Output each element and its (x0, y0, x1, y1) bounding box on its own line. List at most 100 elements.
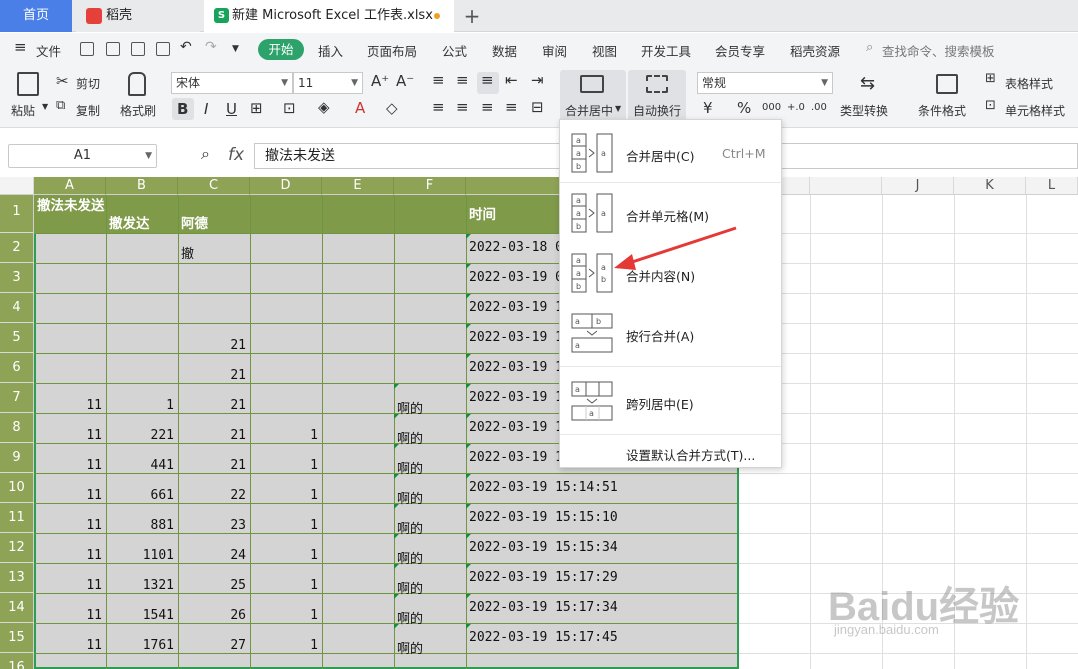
font-size-select[interactable]: 11 ▼ (293, 72, 363, 94)
merge-center-item[interactable]: aaba 合并居中(C) Ctrl+M (560, 124, 781, 182)
time-cell[interactable]: 2022-03-19 1 (469, 300, 563, 315)
number-format-select[interactable]: 常规 ▼ (697, 72, 833, 94)
merge-center-icon[interactable] (580, 75, 604, 93)
font-family-select[interactable]: 宋体 ▼ (171, 72, 293, 94)
row-header[interactable]: 7 (0, 383, 34, 413)
cell-style-button[interactable]: 单元格样式 (1005, 102, 1065, 119)
currency-icon[interactable]: ¥ (703, 99, 713, 117)
row-header[interactable]: 9 (0, 443, 34, 473)
time-cell[interactable]: 2022-03-19 15:17:45 (469, 630, 618, 645)
redo-icon[interactable]: ↷ (205, 39, 217, 55)
menu-data[interactable]: 数据 (492, 41, 517, 60)
cell-a[interactable]: 11 (34, 608, 102, 623)
menu-devtools[interactable]: 开发工具 (641, 41, 691, 60)
row-header[interactable]: 13 (0, 563, 34, 593)
indent-decrease-icon[interactable]: ⇤ (505, 71, 518, 89)
cell-c2[interactable]: 撤 (181, 243, 194, 262)
menu-layout[interactable]: 页面布局 (367, 41, 417, 60)
row-header[interactable]: 11 (0, 503, 34, 533)
cell-d[interactable]: 1 (250, 608, 318, 623)
cell-a[interactable]: 11 (34, 488, 102, 503)
cell-b[interactable]: 1321 (106, 578, 174, 593)
hamburger-icon[interactable]: ≡ (14, 38, 27, 56)
time-cell[interactable]: 2022-03-19 15:14:51 (469, 480, 618, 495)
cell-c[interactable]: 21 (178, 398, 246, 413)
align-left-icon[interactable]: ≡ (432, 98, 445, 116)
time-cell[interactable]: 2022-03-19 1 (469, 390, 563, 405)
cell-a[interactable]: 11 (34, 578, 102, 593)
align-right-icon[interactable]: ≡ (481, 98, 494, 116)
default-merge-setting-item[interactable]: 设置默认合并方式(T)... (560, 436, 781, 468)
menu-formula[interactable]: 公式 (442, 41, 467, 60)
align-middle-icon[interactable]: ≡ (456, 71, 469, 89)
column-header[interactable]: B (106, 177, 178, 195)
print-icon[interactable] (131, 42, 145, 56)
row-header[interactable]: 5 (0, 323, 34, 353)
justify-icon[interactable]: ≡ (505, 98, 518, 116)
search-icon[interactable]: ⌕ (866, 40, 873, 55)
cell-b[interactable]: 1541 (106, 608, 174, 623)
tab-excel-file[interactable]: S 新建 Microsoft Excel 工作表.xlsx (204, 0, 454, 32)
row-header[interactable]: 10 (0, 473, 34, 503)
header-cell-a1[interactable]: 撤法未发送 (37, 198, 107, 214)
paste-button[interactable]: 粘贴 (11, 102, 35, 119)
row-header[interactable]: 15 (0, 623, 34, 653)
cut-button[interactable]: 剪切 (76, 75, 100, 92)
cell-a[interactable]: 11 (34, 548, 102, 563)
menu-file[interactable]: 文件 (36, 41, 61, 60)
copy-icon[interactable]: ⧉ (56, 98, 65, 113)
select-all-corner[interactable] (0, 177, 34, 195)
header-cell-time[interactable]: 时间 (469, 207, 496, 223)
wrap-text-button[interactable]: 自动换行 (633, 102, 681, 119)
row-header[interactable]: 14 (0, 593, 34, 623)
paste-icon[interactable] (17, 72, 39, 96)
column-header[interactable]: A (34, 177, 106, 195)
cell-b[interactable]: 661 (106, 488, 174, 503)
menu-insert[interactable]: 插入 (318, 41, 343, 60)
fx-icon[interactable]: fx (228, 145, 244, 165)
indent-increase-icon[interactable]: ⇥ (531, 71, 544, 89)
cell-a[interactable]: 11 (34, 398, 102, 413)
format-painter-button[interactable]: 格式刷 (120, 102, 156, 119)
cell-c[interactable]: 24 (178, 548, 246, 563)
align-bottom-icon[interactable]: ≡ (481, 71, 494, 89)
cell-f[interactable]: 啊的 (397, 548, 423, 567)
row-header[interactable]: 1 (0, 195, 34, 233)
table-style-button[interactable]: 表格样式 (1005, 75, 1053, 92)
cell-d[interactable]: 1 (250, 578, 318, 593)
cell-f[interactable]: 啊的 (397, 608, 423, 627)
cell-a[interactable]: 11 (34, 518, 102, 533)
column-header[interactable]: C (178, 177, 250, 195)
merge-by-row-item[interactable]: a b a 按行合并(A) (560, 304, 781, 362)
italic-icon[interactable]: I (204, 100, 208, 118)
cell-c[interactable]: 21 (178, 428, 246, 443)
decrease-decimal-icon[interactable]: .00 (811, 102, 827, 113)
tab-home[interactable]: 首页 (0, 0, 72, 32)
cell-c[interactable]: 22 (178, 488, 246, 503)
cell-style-button-icon[interactable]: ⊡ (985, 98, 996, 113)
row-header[interactable]: 12 (0, 533, 34, 563)
cell-b[interactable]: 881 (106, 518, 174, 533)
cell-f[interactable]: 啊的 (397, 578, 423, 597)
name-box[interactable]: A1 ▼ (8, 144, 157, 168)
cell-c[interactable]: 23 (178, 518, 246, 533)
cell-b[interactable]: 221 (106, 428, 174, 443)
cell-f[interactable]: 啊的 (397, 428, 423, 447)
type-convert-icon[interactable]: ⇆ (860, 73, 875, 94)
increase-decimal-icon[interactable]: +.0 (787, 102, 805, 113)
conditional-format-button[interactable]: 条件格式 (918, 102, 966, 119)
type-convert-button[interactable]: 类型转换 (840, 102, 888, 119)
percent-icon[interactable]: % (737, 99, 751, 117)
cell-a[interactable]: 11 (34, 428, 102, 443)
time-cell[interactable]: 2022-03-19 15:17:29 (469, 570, 618, 585)
cell-c[interactable]: 21 (178, 338, 246, 353)
undo-icon[interactable]: ↶ (180, 39, 192, 55)
print-preview-icon[interactable] (156, 42, 170, 56)
zoom-icon[interactable]: ⌕ (201, 144, 210, 164)
cell-c[interactable]: 26 (178, 608, 246, 623)
paste-dropdown-icon[interactable]: ▼ (42, 102, 48, 111)
cell-d[interactable]: 1 (250, 548, 318, 563)
menu-daoke-resources[interactable]: 稻壳资源 (790, 41, 840, 60)
column-header[interactable]: L (1026, 177, 1078, 195)
row-header[interactable]: 2 (0, 233, 34, 263)
